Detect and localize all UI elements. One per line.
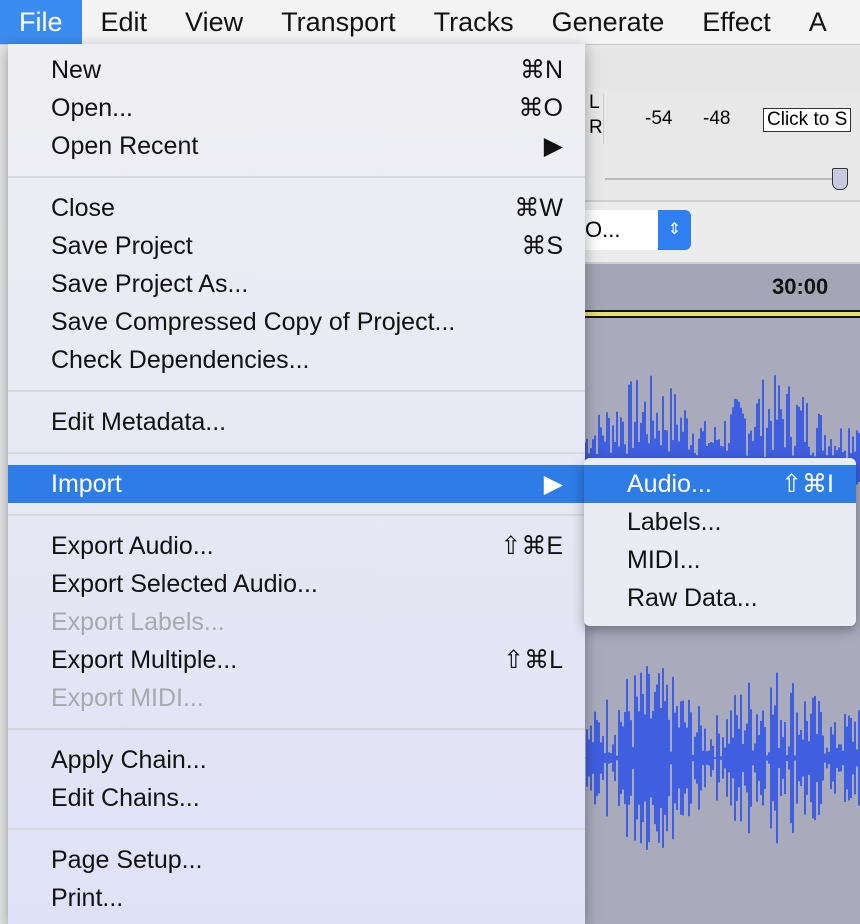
menu-separator [8, 165, 585, 189]
menu-item-export-labels: Export Labels... [8, 603, 585, 641]
menu-item-export-multiple[interactable]: Export Multiple... ⇧⌘L [8, 641, 585, 679]
menu-item-check-dependencies[interactable]: Check Dependencies... [8, 341, 585, 379]
menu-separator [8, 717, 585, 741]
menu-file[interactable]: File [0, 0, 82, 44]
menu-a[interactable]: A [790, 0, 846, 44]
shortcut: ⇧⌘L [503, 646, 563, 674]
menu-item-label: Page Setup... [51, 846, 203, 874]
volume-slider-track[interactable] [605, 178, 835, 180]
volume-slider-thumb[interactable] [832, 168, 848, 190]
menu-item-apply-chain[interactable]: Apply Chain... [8, 741, 585, 779]
menu-item-label: Apply Chain... [51, 746, 207, 774]
submenu-item-midi[interactable]: MIDI... [584, 541, 856, 579]
menu-item-save-project-as[interactable]: Save Project As... [8, 265, 585, 303]
menu-item-label: Check Dependencies... [51, 346, 310, 374]
menu-item-label: Edit Metadata... [51, 408, 227, 436]
menu-transport[interactable]: Transport [262, 0, 415, 44]
submenu-item-audio[interactable]: Audio... ⇧⌘I [584, 465, 856, 503]
menu-item-label: Audio... [627, 470, 712, 498]
menu-item-label: Edit Chains... [51, 784, 200, 812]
menu-item-open-recent[interactable]: Open Recent ▶ [8, 127, 585, 165]
menu-item-export-midi: Export MIDI... [8, 679, 585, 717]
meter-click-to-start[interactable]: Click to S [763, 108, 852, 132]
menu-edit[interactable]: Edit [82, 0, 167, 44]
menu-item-save-compressed-copy-of-project[interactable]: Save Compressed Copy of Project... [8, 303, 585, 341]
menu-item-label: New [51, 56, 102, 84]
menu-item-new[interactable]: New ⌘N [8, 51, 585, 89]
menu-view[interactable]: View [166, 0, 262, 44]
menu-separator [8, 441, 585, 465]
import-submenu: Audio... ⇧⌘I Labels... MIDI... Raw Data... [584, 458, 856, 626]
menu-item-label: Save Project [51, 232, 193, 260]
device-toolbar: O... ⇕ [585, 202, 860, 264]
menu-item-import[interactable]: Import ▶ [8, 465, 585, 503]
menu-item-label: Export MIDI... [51, 684, 204, 712]
file-menu: New ⌘N Open... ⌘O Open Recent ▶ Close ⌘W Save Pr… [8, 44, 585, 924]
device-select[interactable]: O... ⇕ [585, 210, 691, 250]
submenu-item-raw-data[interactable]: Raw Data... [584, 579, 856, 617]
menu-item-save-project[interactable]: Save Project ⌘S [8, 227, 585, 265]
menu-item-close[interactable]: Close ⌘W [8, 189, 585, 227]
meter-left-label: L [589, 92, 600, 113]
menu-item-label: Save Compressed Copy of Project... [51, 308, 456, 336]
menu-item-label: Raw Data... [627, 584, 758, 612]
menu-item-label: Open... [51, 94, 133, 122]
menu-item-label: Export Audio... [51, 532, 214, 560]
menu-separator [8, 817, 585, 841]
menu-item-open[interactable]: Open... ⌘O [8, 89, 585, 127]
menu-item-label: Save Project As... [51, 270, 249, 298]
chevron-updown-icon: ⇕ [658, 210, 691, 250]
menu-item-label: MIDI... [627, 546, 701, 574]
menu-item-label: Export Selected Audio... [51, 570, 318, 598]
meter-right-label: R [589, 117, 603, 138]
shortcut: ⌘W [514, 194, 563, 222]
meter-toolbar: L R -54 -48 Click to S [585, 90, 860, 202]
selection-bar [585, 310, 860, 318]
menu-item-export-selected-audio[interactable]: Export Selected Audio... [8, 565, 585, 603]
menu-item-page-setup[interactable]: Page Setup... [8, 841, 585, 879]
menu-tracks[interactable]: Tracks [415, 0, 533, 44]
shortcut: ⌘N [519, 56, 563, 84]
timeline-label: 30:00 [772, 274, 829, 299]
meter-tick: -54 [645, 108, 673, 129]
menu-item-label: Open Recent [51, 132, 199, 160]
shortcut: ⇧⌘E [500, 532, 563, 560]
timeline-ruler[interactable]: 30:00 [585, 264, 860, 310]
menu-item-edit-chains[interactable]: Edit Chains... [8, 779, 585, 817]
meter-tick: -48 [703, 108, 731, 129]
menu-item-label: Export Labels... [51, 608, 225, 636]
shortcut: ⇧⌘I [781, 470, 834, 498]
menu-effect[interactable]: Effect [683, 0, 790, 44]
submenu-arrow-icon: ▶ [543, 470, 563, 498]
device-select-value: O... [585, 217, 621, 242]
shortcut: ⌘O [518, 94, 563, 122]
menu-item-label: Labels... [627, 508, 722, 536]
menu-item-label: Close [51, 194, 115, 222]
submenu-item-labels[interactable]: Labels... [584, 503, 856, 541]
submenu-arrow-icon: ▶ [543, 132, 563, 160]
menu-item-label: Print... [51, 884, 124, 912]
menu-item-label: Import [51, 470, 122, 498]
shortcut: ⌘S [521, 232, 563, 260]
menu-bar: File Edit View Transport Tracks Generate Effec… [0, 0, 860, 45]
menu-item-print[interactable]: Print... [8, 879, 585, 917]
menu-item-export-audio[interactable]: Export Audio... ⇧⌘E [8, 527, 585, 565]
menu-separator [8, 379, 585, 403]
menu-item-edit-metadata[interactable]: Edit Metadata... [8, 403, 585, 441]
menu-item-label: Export Multiple... [51, 646, 238, 674]
menu-separator [8, 503, 585, 527]
menu-generate[interactable]: Generate [533, 0, 684, 44]
